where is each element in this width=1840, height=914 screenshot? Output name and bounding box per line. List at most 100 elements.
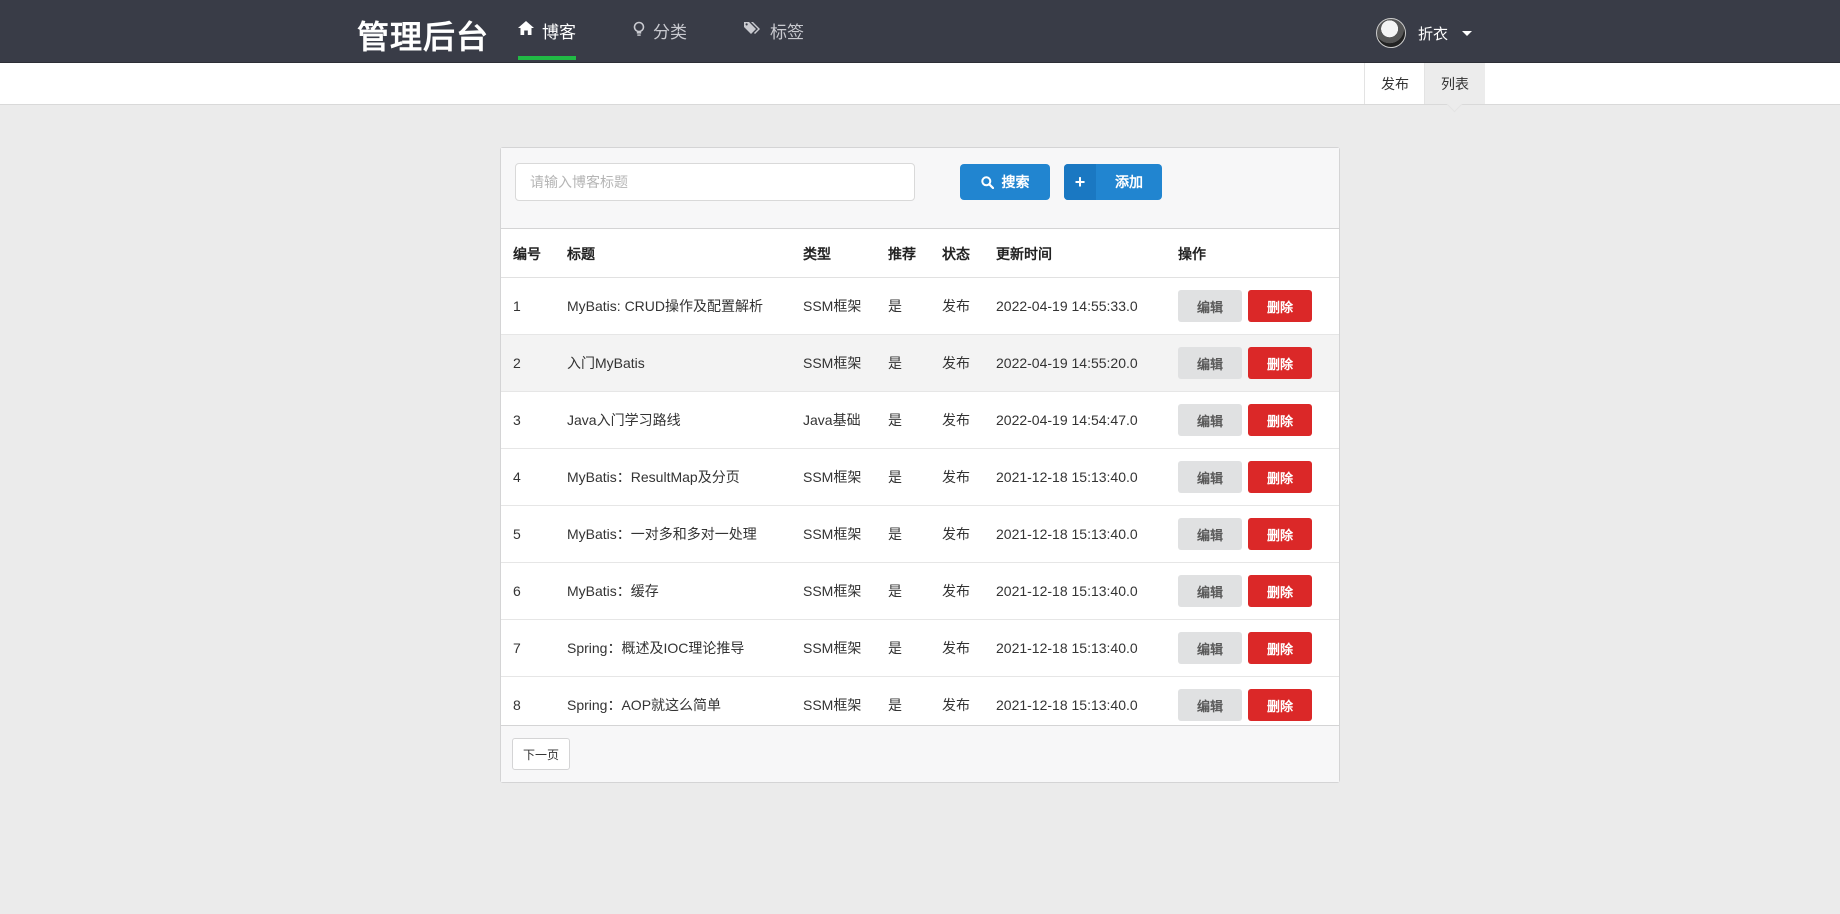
search-button[interactable]: 搜索 [960,164,1050,200]
table-header-row: 编号 标题 类型 推荐 状态 更新时间 操作 [501,230,1339,278]
nav-item-blog[interactable]: 博客 [518,18,576,60]
cell-recommend: 是 [876,448,930,506]
cell-id: 1 [501,277,555,335]
nav-item-category[interactable]: 分类 [633,18,687,58]
cell-actions: 编辑 删除 [1166,391,1339,449]
edit-button[interactable]: 编辑 [1178,461,1242,493]
cell-recommend: 是 [876,562,930,620]
delete-button[interactable]: 删除 [1248,518,1312,550]
cell-recommend: 是 [876,277,930,335]
nav-item-label: 标签 [770,23,804,42]
tags-icon [744,22,760,34]
cell-type: SSM框架 [791,562,876,620]
plus-icon: + [1064,164,1096,200]
cell-type: SSM框架 [791,448,876,506]
search-input[interactable] [515,163,915,201]
cell-status: 发布 [930,619,984,677]
cell-type: SSM框架 [791,334,876,392]
sub-menu: 发布 列表 [0,63,1840,105]
cell-title: Spring：概述及IOC理论推导 [555,619,791,677]
lightbulb-icon [633,21,645,36]
cell-recommend: 是 [876,334,930,392]
cell-status: 发布 [930,277,984,335]
cell-actions: 编辑 删除 [1166,619,1339,677]
cell-id: 4 [501,448,555,506]
cell-recommend: 是 [876,619,930,677]
search-icon [980,175,994,189]
edit-button[interactable]: 编辑 [1178,404,1242,436]
sub-item-publish[interactable]: 发布 [1364,63,1425,104]
edit-button[interactable]: 编辑 [1178,689,1242,721]
delete-button[interactable]: 删除 [1248,689,1312,721]
cell-status: 发布 [930,562,984,620]
cell-recommend: 是 [876,505,930,563]
cell-recommend: 是 [876,391,930,449]
add-button[interactable]: + 添加 [1064,164,1162,200]
delete-button[interactable]: 删除 [1248,461,1312,493]
cell-id: 5 [501,505,555,563]
cell-title: Java入门学习路线 [555,391,791,449]
search-button-label: 搜索 [1001,174,1030,190]
user-menu[interactable]: 折衣 [1376,18,1473,48]
add-button-label: 添加 [1115,174,1143,190]
cell-status: 发布 [930,448,984,506]
column-header-status: 状态 [930,230,984,278]
table-row: 6 MyBatis：缓存 SSM框架 是 发布 2021-12-18 15:13… [501,562,1339,620]
next-page-button[interactable]: 下一页 [512,738,570,770]
column-header-id: 编号 [501,230,555,278]
cell-title: 入门MyBatis [555,334,791,392]
cell-actions: 编辑 删除 [1166,448,1339,506]
delete-button[interactable]: 删除 [1248,290,1312,322]
blog-table: 编号 标题 类型 推荐 状态 更新时间 操作 1 MyBatis: CRUD操作… [501,230,1339,734]
cell-updated: 2022-04-19 14:54:47.0 [984,391,1166,449]
cell-updated: 2021-12-18 15:13:40.0 [984,448,1166,506]
cell-status: 发布 [930,391,984,449]
table-row: 2 入门MyBatis SSM框架 是 发布 2022-04-19 14:55:… [501,334,1339,392]
cell-id: 3 [501,391,555,449]
table-row: 4 MyBatis：ResultMap及分页 SSM框架 是 发布 2021-1… [501,448,1339,506]
edit-button[interactable]: 编辑 [1178,632,1242,664]
cell-title: MyBatis：缓存 [555,562,791,620]
app-title: 管理后台 [357,19,490,55]
delete-button[interactable]: 删除 [1248,404,1312,436]
cell-updated: 2022-04-19 14:55:33.0 [984,277,1166,335]
edit-button[interactable]: 编辑 [1178,575,1242,607]
avatar [1376,18,1406,48]
search-bar: 搜索 + 添加 [501,148,1339,229]
cell-updated: 2022-04-19 14:55:20.0 [984,334,1166,392]
cell-id: 7 [501,619,555,677]
cell-title: MyBatis: CRUD操作及配置解析 [555,277,791,335]
delete-button[interactable]: 删除 [1248,347,1312,379]
edit-button[interactable]: 编辑 [1178,518,1242,550]
edit-button[interactable]: 编辑 [1178,290,1242,322]
delete-button[interactable]: 删除 [1248,632,1312,664]
blog-list-card: 搜索 + 添加 编号 标题 类型 推荐 状态 更新时间 操作 1 MyBatis… [500,147,1340,783]
cell-type: SSM框架 [791,505,876,563]
cell-title: MyBatis：一对多和多对一处理 [555,505,791,563]
nav-item-label: 博客 [542,23,576,42]
delete-button[interactable]: 删除 [1248,575,1312,607]
home-icon [518,21,534,35]
cell-actions: 编辑 删除 [1166,334,1339,392]
pagination-bar: 下一页 [501,725,1339,782]
top-navbar: 管理后台 博客 分类 标签 折衣 [0,0,1840,63]
cell-id: 6 [501,562,555,620]
edit-button[interactable]: 编辑 [1178,347,1242,379]
cell-actions: 编辑 删除 [1166,505,1339,563]
cell-status: 发布 [930,505,984,563]
cell-title: MyBatis：ResultMap及分页 [555,448,791,506]
table-row: 7 Spring：概述及IOC理论推导 SSM框架 是 发布 2021-12-1… [501,619,1339,677]
column-header-updated: 更新时间 [984,230,1166,278]
cell-type: Java基础 [791,391,876,449]
user-name: 折衣 [1418,25,1449,43]
cell-updated: 2021-12-18 15:13:40.0 [984,505,1166,563]
column-header-type: 类型 [791,230,876,278]
nav-item-tags[interactable]: 标签 [744,18,804,58]
table-row: 5 MyBatis：一对多和多对一处理 SSM框架 是 发布 2021-12-1… [501,505,1339,563]
column-header-actions: 操作 [1166,230,1339,278]
sub-item-list[interactable]: 列表 [1424,63,1485,104]
cell-id: 2 [501,334,555,392]
cell-actions: 编辑 删除 [1166,277,1339,335]
table-row: 3 Java入门学习路线 Java基础 是 发布 2022-04-19 14:5… [501,391,1339,449]
column-header-title: 标题 [555,230,791,278]
